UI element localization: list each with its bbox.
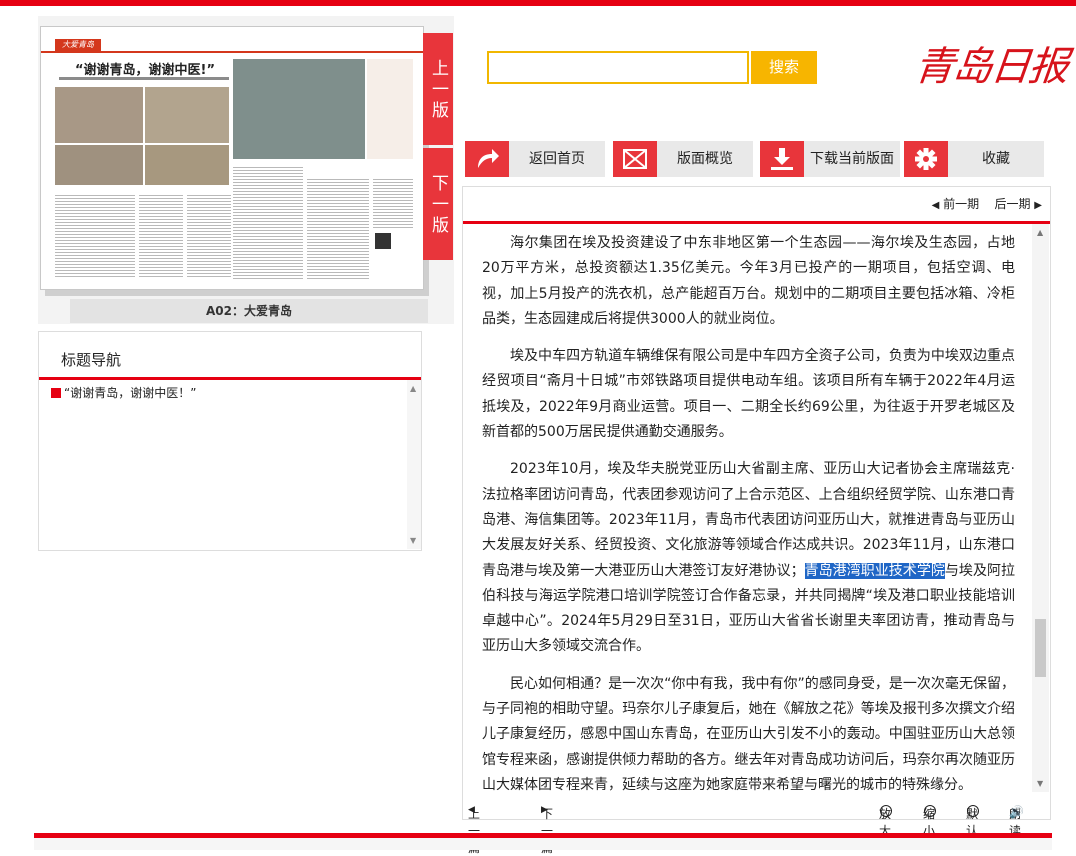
article-panel: ◀ 前一期 后一期 ▶ 海尔集团在埃及投资建设了中东非地区第一个生态园——海尔埃…: [462, 186, 1051, 855]
prev-page-tab[interactable]: 上一版: [423, 33, 453, 145]
scroll-up-icon[interactable]: ▲: [410, 384, 416, 393]
thumbnail-photo: [233, 59, 365, 159]
triangle-left-icon: ◀: [931, 200, 940, 211]
search-button[interactable]: 搜索: [751, 51, 817, 84]
nav-scrollbar[interactable]: ▲ ▼: [407, 380, 421, 549]
article-footer: ◀ 上一篇 下一篇 ▶ 放大 缩小 默认 朗读🔊: [463, 791, 1050, 855]
thumbnail-text: [233, 165, 303, 279]
period-nav: ◀ 前一期 后一期 ▶: [932, 195, 1042, 212]
default-icon: [967, 805, 979, 817]
thumbnail-text: [139, 193, 183, 279]
prev-period-label: 前一期: [943, 197, 980, 211]
home-label: 返回首页: [529, 151, 585, 167]
footer-area: [34, 838, 1052, 850]
thumbnail-text: [373, 177, 413, 229]
zoom-in-icon: [880, 805, 892, 817]
article-body: 海尔集团在埃及投资建设了中东非地区第一个生态园——海尔埃及生态园，占地20万平方…: [482, 231, 1015, 791]
home-button[interactable]: 返回首页: [465, 141, 605, 177]
title-navigation-heading: 标题导航: [61, 351, 122, 369]
paragraph-text: 2023年10月，埃及华夫脱党亚历山大省副主席、亚历山大记者协会主席瑞兹克·法拉…: [482, 461, 1015, 579]
next-period-label: 后一期: [994, 197, 1031, 211]
gear-icon: [904, 141, 948, 177]
speaker-icon: 🔊: [1009, 805, 1024, 819]
next-period-link[interactable]: 后一期 ▶: [994, 197, 1042, 211]
zoom-out-icon: [924, 805, 936, 817]
thumbnail-subline: [59, 77, 229, 80]
thumbnail-text: [307, 177, 369, 279]
download-label: 下载当前版面: [810, 151, 894, 167]
selected-text: 青岛港湾职业技术学院: [804, 562, 945, 579]
thumbnail-photo: [55, 87, 143, 143]
thumbnail-qrcode: [375, 233, 391, 249]
thumbnail-text: [187, 193, 231, 279]
article-paragraph: 埃及中车四方轨道车辆维保有限公司是中车四方全资子公司，负责为中埃双边重点经贸项目…: [482, 348, 1015, 441]
scroll-up-icon[interactable]: ▲: [1037, 228, 1043, 237]
title-navigation-panel: 标题导航 “谢谢青岛，谢谢中医！” ▲ ▼: [38, 331, 422, 551]
download-icon: [760, 141, 804, 177]
article-scrollbar[interactable]: ▲ ▼: [1032, 224, 1049, 792]
page-thumbnail[interactable]: 大爱青岛 “谢谢青岛，谢谢中医!”: [40, 26, 424, 290]
thumbnail-sidebar: [367, 59, 413, 159]
favorite-button[interactable]: 收藏: [904, 141, 1044, 177]
nav-item-label: “谢谢青岛，谢谢中医！”: [64, 386, 197, 400]
thumbnail-photo: [145, 87, 229, 143]
thumbnail-photo: [55, 145, 143, 185]
next-page-tab[interactable]: 下一版: [423, 148, 453, 260]
thumbnail-text: [55, 193, 135, 279]
prev-page-label: 上一版: [428, 59, 448, 122]
qingdao-daily-logo: 青岛日报: [912, 44, 1069, 90]
download-page-button[interactable]: 下载当前版面: [760, 141, 900, 177]
article-divider: [463, 221, 1050, 224]
title-navigation-divider: [39, 377, 421, 380]
next-page-label: 下一版: [428, 174, 448, 237]
top-red-bar: [0, 0, 1076, 6]
article-paragraph: 民心如何相通？是一次次“你中有我，我中有你”的感同身受，是一次次毫无保留，与子同…: [482, 675, 1015, 791]
share-arrow-icon: [465, 141, 509, 177]
search-input[interactable]: [487, 51, 749, 84]
favorite-label: 收藏: [982, 151, 1010, 167]
page-caption: A02：大爱青岛: [70, 299, 428, 323]
thumbnail-photo: [145, 145, 229, 185]
thumbnail-headline: “谢谢青岛，谢谢中医!”: [75, 63, 216, 78]
article-paragraph: 海尔集团在埃及投资建设了中东非地区第一个生态园——海尔埃及生态园，占地20万平方…: [482, 235, 1015, 327]
triangle-right-icon: ▶: [1034, 200, 1042, 211]
article-paragraph: 2023年10月，埃及华夫脱党亚历山大省副主席、亚历山大记者协会主席瑞兹克·法拉…: [482, 457, 1015, 659]
thumbnail-logo: 大爱青岛: [55, 39, 101, 51]
triangle-right-icon: ▶: [541, 805, 548, 815]
nav-list-item[interactable]: “谢谢青岛，谢谢中医！”: [51, 384, 196, 401]
bullet-square-icon: [51, 388, 61, 398]
envelope-icon: [613, 141, 657, 177]
overview-button[interactable]: 版面概览: [613, 141, 753, 177]
scrollbar-thumb[interactable]: [1035, 619, 1046, 677]
overview-label: 版面概览: [677, 151, 733, 167]
prev-period-link[interactable]: ◀ 前一期: [932, 197, 980, 211]
scroll-down-icon[interactable]: ▼: [410, 536, 416, 545]
scroll-down-icon[interactable]: ▼: [1037, 779, 1043, 788]
